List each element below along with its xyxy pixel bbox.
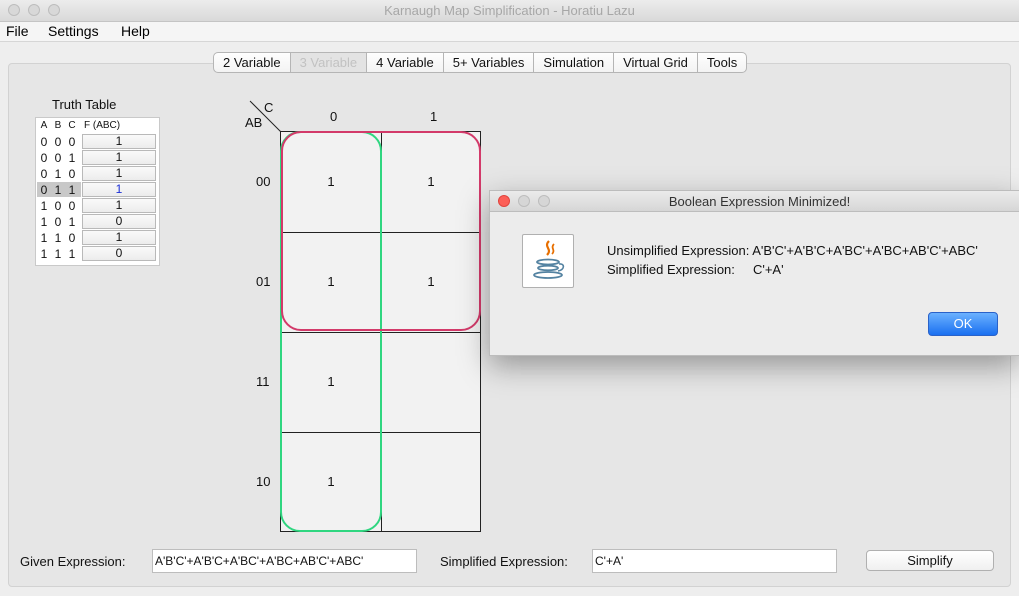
output-cell[interactable]: 0 bbox=[82, 246, 156, 261]
dialog-titlebar: Boolean Expression Minimized! bbox=[490, 191, 1019, 212]
bit-b: 1 bbox=[54, 247, 62, 261]
window-title: Karnaugh Map Simplification - Horatiu La… bbox=[384, 3, 635, 18]
given-expression-input[interactable]: A'B'C'+A'B'C+A'BC'+A'BC+AB'C'+ABC' bbox=[152, 549, 417, 573]
bit-c: 1 bbox=[68, 215, 76, 229]
bit-a: 1 bbox=[40, 199, 48, 213]
bit-c: 0 bbox=[68, 167, 76, 181]
menu-settings[interactable]: Settings bbox=[48, 23, 99, 39]
bit-c: 1 bbox=[68, 183, 76, 197]
window-titlebar: Karnaugh Map Simplification - Horatiu La… bbox=[0, 0, 1019, 22]
java-coffee-icon bbox=[522, 234, 574, 288]
bit-b: 1 bbox=[54, 231, 62, 245]
ok-button[interactable]: OK bbox=[928, 312, 998, 336]
simplify-button[interactable]: Simplify bbox=[866, 550, 994, 571]
truth-table-row: 1 1 1 0 bbox=[38, 246, 157, 262]
bit-b: 1 bbox=[54, 167, 62, 181]
bit-c: 0 bbox=[68, 199, 76, 213]
kmap-row-label: 10 bbox=[256, 474, 271, 489]
tab-4-variable[interactable]: 4 Variable bbox=[367, 52, 444, 73]
output-cell[interactable]: 1 bbox=[82, 230, 156, 245]
header-f: F (ABC) bbox=[84, 120, 121, 131]
tab-3-variable[interactable]: 3 Variable bbox=[290, 52, 368, 73]
bit-a: 1 bbox=[40, 247, 48, 261]
truth-table-row: 1 0 1 0 bbox=[38, 214, 157, 230]
output-cell[interactable]: 1 bbox=[82, 166, 156, 181]
bit-a: 1 bbox=[40, 215, 48, 229]
output-cell[interactable]: 0 bbox=[82, 214, 156, 229]
truth-table-row-selected: 0 1 1 1 bbox=[37, 182, 157, 198]
truth-table-row: 1 0 0 1 bbox=[38, 198, 157, 214]
output-cell[interactable]: 1 bbox=[82, 150, 156, 165]
truth-table-row: 0 0 1 1 bbox=[38, 150, 157, 166]
simplified-expression-label: Simplified Expression: bbox=[440, 554, 568, 569]
bit-c: 0 bbox=[68, 231, 76, 245]
dialog-simplified-text: Simplified Expression: C'+A' bbox=[607, 262, 784, 277]
tab-virtual-grid[interactable]: Virtual Grid bbox=[614, 52, 698, 73]
menu-bar: File Settings Help bbox=[0, 22, 1019, 42]
truth-table-row: 0 1 0 1 bbox=[38, 166, 157, 182]
bit-b: 0 bbox=[54, 151, 62, 165]
kmap-row-label: 11 bbox=[256, 374, 270, 389]
bit-a: 0 bbox=[40, 151, 48, 165]
bit-a: 0 bbox=[40, 135, 48, 149]
menu-help[interactable]: Help bbox=[121, 23, 150, 39]
kmap-group-red bbox=[281, 131, 481, 331]
kmap-col-label: 0 bbox=[330, 109, 338, 124]
header-b: B bbox=[54, 120, 62, 131]
bit-b: 1 bbox=[54, 183, 62, 197]
minimized-dialog: Boolean Expression Minimized! Unsimplifi… bbox=[489, 190, 1019, 356]
bit-a: 1 bbox=[40, 231, 48, 245]
kmap-col-variable: C bbox=[264, 100, 274, 115]
bit-b: 0 bbox=[54, 199, 62, 213]
truth-table-row: 1 1 0 1 bbox=[38, 230, 157, 246]
dialog-unsimplified-text: Unsimplified Expression: A'B'C'+A'B'C+A'… bbox=[607, 243, 978, 258]
header-c: C bbox=[68, 120, 76, 131]
kmap-cell-11-1[interactable] bbox=[381, 332, 481, 432]
tab-simulation[interactable]: Simulation bbox=[534, 52, 615, 73]
tab-tools[interactable]: Tools bbox=[697, 52, 748, 73]
tab-5-plus-variables[interactable]: 5+ Variables bbox=[443, 52, 535, 73]
kmap-col-label: 1 bbox=[430, 109, 438, 124]
kmap-row-variable: AB bbox=[245, 115, 263, 130]
dialog-title: Boolean Expression Minimized! bbox=[668, 194, 851, 209]
bit-b: 0 bbox=[54, 215, 62, 229]
truth-table-row: 0 0 0 1 bbox=[38, 134, 157, 150]
bit-a: 0 bbox=[40, 167, 48, 181]
bit-a: 0 bbox=[40, 183, 48, 197]
kmap-row-label: 00 bbox=[256, 174, 271, 189]
output-cell[interactable]: 1 bbox=[82, 134, 156, 149]
output-cell[interactable]: 1 bbox=[82, 198, 156, 213]
bit-b: 0 bbox=[54, 135, 62, 149]
truth-table-title: Truth Table bbox=[52, 97, 117, 112]
output-cell[interactable]: 1 bbox=[82, 182, 156, 197]
header-a: A bbox=[40, 120, 48, 131]
given-expression-label: Given Expression: bbox=[20, 554, 126, 569]
kmap-row-label: 01 bbox=[256, 274, 271, 289]
simplified-expression-input[interactable]: C'+A' bbox=[592, 549, 837, 573]
bit-c: 1 bbox=[68, 151, 76, 165]
bit-c: 1 bbox=[68, 247, 76, 261]
menu-file[interactable]: File bbox=[6, 23, 29, 39]
tab-2-variable[interactable]: 2 Variable bbox=[213, 52, 291, 73]
kmap-cell-10-1[interactable] bbox=[381, 432, 481, 532]
tab-strip: 2 Variable 3 Variable 4 Variable 5+ Vari… bbox=[213, 52, 748, 73]
bit-c: 0 bbox=[68, 135, 76, 149]
